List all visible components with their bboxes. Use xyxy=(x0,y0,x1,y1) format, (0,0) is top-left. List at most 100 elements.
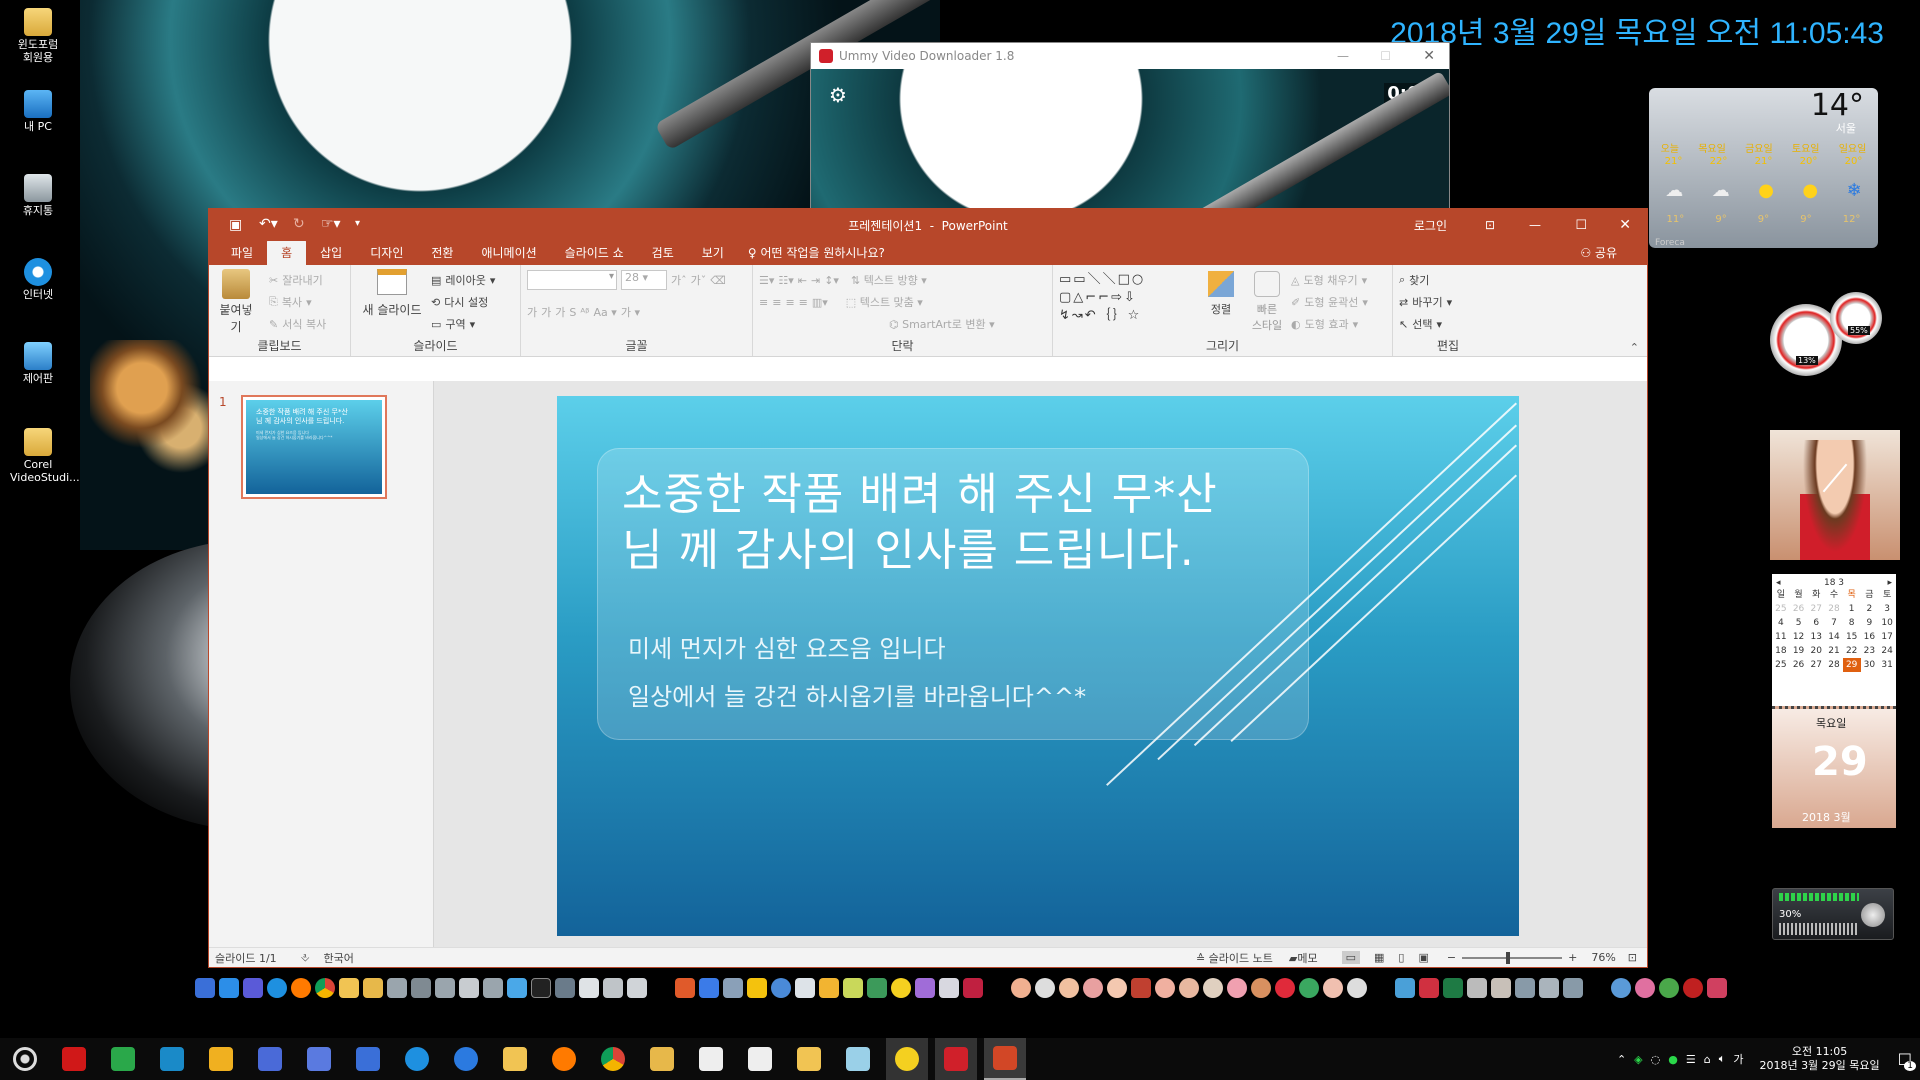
calendar-gadget[interactable]: ◂ 18 3 ▸ 일월화수목금토 25 26 27 28 1 2 3 4 5 6 7 8 9 10 11… xyxy=(1772,574,1896,828)
app-icon[interactable] xyxy=(627,978,647,998)
shape-effects-button[interactable]: ◐ 도형 효과 ▾ xyxy=(1291,313,1368,335)
ummy-window[interactable]: Ummy Video Downloader 1.8 — ☐ ✕ ⚙ 0:00 xyxy=(810,42,1450,212)
avatar-icon[interactable] xyxy=(1035,978,1055,998)
columns-icon[interactable]: ▥▾ xyxy=(812,296,828,309)
reading-view-icon[interactable]: ▯ xyxy=(1398,951,1404,964)
slide-thumbnail-pane[interactable]: 1 소중한 작품 배려 해 주신 무*산 님 께 감사의 인사를 드립니다. 미세… xyxy=(209,381,434,951)
app-icon[interactable] xyxy=(747,978,767,998)
avatar-icon[interactable] xyxy=(1203,978,1223,998)
app-icon[interactable] xyxy=(411,978,431,998)
app-icon[interactable] xyxy=(1611,978,1631,998)
close-button[interactable]: ✕ xyxy=(1619,217,1631,233)
desktop-icon-internet[interactable]: 인터넷 xyxy=(10,258,66,301)
app-icon[interactable] xyxy=(675,978,695,998)
avatar-icon[interactable] xyxy=(1347,978,1367,998)
format-painter-button[interactable]: ✎ 서식 복사 xyxy=(269,313,326,335)
font-color-icon[interactable]: 가 ▾ xyxy=(621,304,640,320)
slide-thumbnail[interactable]: 소중한 작품 배려 해 주신 무*산 님 께 감사의 인사를 드립니다. 미세 먼… xyxy=(241,395,387,499)
app-icon[interactable] xyxy=(867,978,887,998)
quick-styles-button[interactable]: 빠른 스타일 xyxy=(1247,271,1287,333)
tab-design[interactable]: 디자인 xyxy=(356,240,417,265)
tell-me-box[interactable]: ♀ 어떤 작업을 원하시나요? xyxy=(738,240,895,265)
taskbar-app-ummy[interactable] xyxy=(935,1038,977,1080)
tab-slideshow[interactable]: 슬라이드 쇼 xyxy=(551,240,638,265)
internet-explorer-icon[interactable] xyxy=(267,978,287,998)
underline-icon[interactable]: 가 xyxy=(555,304,565,320)
taskbar-app-powerpoint[interactable] xyxy=(984,1038,1026,1080)
copy-button[interactable]: ⎘ 복사 ▾ xyxy=(269,291,326,313)
app-icon[interactable] xyxy=(195,978,215,998)
app-icon[interactable] xyxy=(603,978,623,998)
replace-button[interactable]: ⇄ 바꾸기 ▾ xyxy=(1399,291,1497,313)
strike-icon[interactable]: S xyxy=(569,306,576,319)
italic-icon[interactable]: 가 xyxy=(541,304,551,320)
zoom-out-button[interactable]: − xyxy=(1447,951,1456,964)
numbering-icon[interactable]: ☷▾ xyxy=(778,274,793,287)
ppt-titlebar[interactable]: ▣ ↶▾ ↻ ☞▾ ▾ 프레젠테이션1 - PowerPoint 로그인 ⊡ —… xyxy=(209,209,1647,241)
taskbar-app[interactable] xyxy=(53,1038,95,1080)
app-icon[interactable] xyxy=(771,978,791,998)
tab-insert[interactable]: 삽입 xyxy=(306,240,356,265)
bullets-icon[interactable]: ☰▾ xyxy=(759,274,774,287)
bold-icon[interactable]: 가 xyxy=(527,304,537,320)
select-button[interactable]: ↖ 선택 ▾ xyxy=(1399,313,1497,335)
app-icon[interactable] xyxy=(891,978,911,998)
taskbar-app[interactable] xyxy=(494,1038,536,1080)
avatar-icon[interactable] xyxy=(1083,978,1103,998)
comments-button[interactable]: ▰메모 xyxy=(1289,950,1318,966)
collapse-ribbon-icon[interactable]: ⌃ xyxy=(1630,341,1639,354)
app-icon[interactable] xyxy=(915,978,935,998)
normal-view-icon[interactable]: ▭ xyxy=(1341,951,1361,964)
avatar-icon[interactable] xyxy=(1107,978,1127,998)
chrome-icon[interactable] xyxy=(315,978,335,998)
settings-gear-icon[interactable]: ⚙ xyxy=(829,83,847,107)
app-icon[interactable] xyxy=(507,978,527,998)
app-icon[interactable] xyxy=(459,978,479,998)
zoom-in-button[interactable]: + xyxy=(1568,951,1577,964)
app-icon[interactable] xyxy=(483,978,503,998)
taskbar-app[interactable] xyxy=(445,1038,487,1080)
ummy-minimize-button[interactable]: — xyxy=(1337,49,1349,63)
ummy-video-area[interactable]: ⚙ 0:00 xyxy=(811,69,1449,211)
avatar-icon[interactable] xyxy=(1227,978,1247,998)
photo-clock-gadget[interactable] xyxy=(1770,430,1900,560)
new-slide-button[interactable]: 새 슬라이드 xyxy=(357,269,427,318)
app-icon[interactable] xyxy=(795,978,815,998)
align-left-icon[interactable]: ≡ xyxy=(759,296,768,309)
align-text-button[interactable]: ⬚ 텍스트 맞춤 ▾ xyxy=(846,294,923,310)
taskbar-app[interactable] xyxy=(837,1038,879,1080)
taskbar-app[interactable] xyxy=(151,1038,193,1080)
avatar-icon[interactable] xyxy=(1131,978,1151,998)
ummy-titlebar[interactable]: Ummy Video Downloader 1.8 — ☐ ✕ xyxy=(811,43,1449,69)
share-button[interactable]: ⚇ 공유 xyxy=(1580,240,1617,265)
fit-slide-icon[interactable]: ⊡ xyxy=(1628,951,1637,964)
app-icon[interactable] xyxy=(243,978,263,998)
reset-button[interactable]: ⟲ 다시 설정 xyxy=(431,291,495,313)
spellcheck-icon[interactable]: ⎀ xyxy=(301,951,310,965)
taskbar-app[interactable] xyxy=(543,1038,585,1080)
text-direction-button[interactable]: ⇅ 텍스트 방향 ▾ xyxy=(851,272,927,288)
app-icon[interactable] xyxy=(963,978,983,998)
avatar-icon[interactable] xyxy=(1275,978,1295,998)
taskbar-app[interactable] xyxy=(347,1038,389,1080)
folder-icon[interactable] xyxy=(339,978,359,998)
slideshow-icon[interactable]: ▣ xyxy=(1418,951,1428,964)
char-spacing-icon[interactable]: ᴬᵝ xyxy=(580,306,589,319)
desktop-icon-forum[interactable]: 윈도포럼 회원용 xyxy=(10,8,66,64)
app-icon[interactable] xyxy=(1515,978,1535,998)
app-icon[interactable] xyxy=(1491,978,1511,998)
taskbar-app[interactable] xyxy=(396,1038,438,1080)
tab-file[interactable]: 파일 xyxy=(217,240,267,265)
volume-icon[interactable]: 🔈︎ xyxy=(1719,1052,1726,1066)
taskbar-app[interactable] xyxy=(249,1038,291,1080)
avatar-icon[interactable] xyxy=(1059,978,1079,998)
cpu-meter-gadget[interactable]: 13% 55% xyxy=(1770,292,1882,376)
taskbar-app[interactable] xyxy=(641,1038,683,1080)
avatar-icon[interactable] xyxy=(1155,978,1175,998)
network-icon[interactable]: ⌂ xyxy=(1704,1053,1711,1066)
taskbar-app[interactable] xyxy=(102,1038,144,1080)
zoom-level[interactable]: 76% xyxy=(1591,951,1615,964)
font-size-box[interactable]: 28 ▾ xyxy=(621,270,667,290)
weather-gadget[interactable]: 14° 서울 오늘 목요일 금요일 토요일 일요일 21° 22° 21° 20° 20° ☁ ☁… xyxy=(1649,88,1878,248)
app-icon[interactable] xyxy=(939,978,959,998)
